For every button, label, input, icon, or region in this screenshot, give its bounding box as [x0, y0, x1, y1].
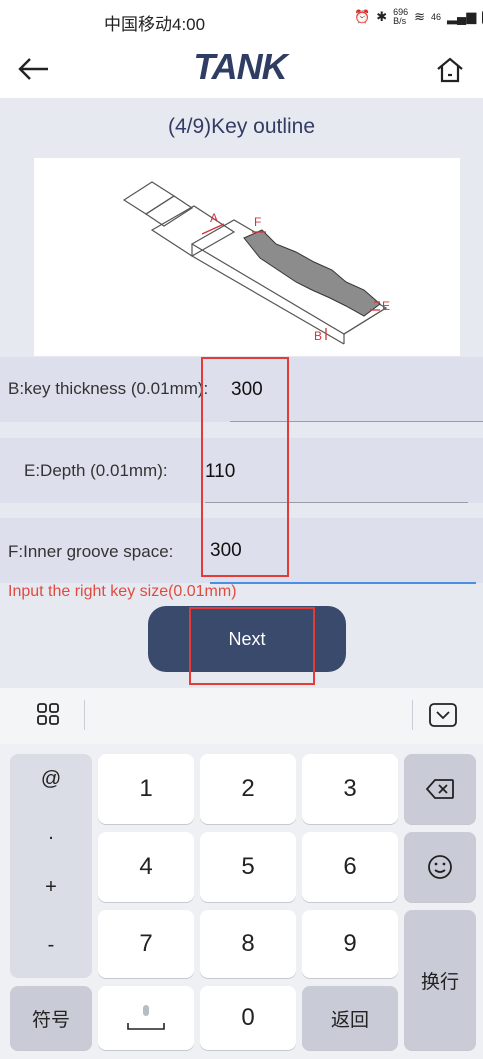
wifi-icon: ≋	[414, 9, 426, 24]
key-8[interactable]: 8	[200, 910, 296, 978]
key-3[interactable]: 3	[302, 754, 398, 824]
key-9[interactable]: 9	[302, 910, 398, 978]
carrier-time: 中国移动4:00	[104, 15, 206, 34]
keyboard-menu-button[interactable]	[36, 702, 60, 726]
app-header: TANK	[0, 40, 483, 98]
next-highlight-box	[189, 607, 315, 685]
keyboard-collapse-button[interactable]	[428, 702, 458, 728]
key-plus[interactable]: +	[10, 876, 92, 899]
smiley-icon	[428, 855, 452, 879]
label-f: F	[254, 215, 261, 229]
microphone-space-icon	[127, 1005, 165, 1030]
back-button[interactable]	[14, 52, 54, 86]
backspace-key[interactable]	[404, 754, 476, 824]
groove-underline	[210, 582, 476, 584]
symbols-key[interactable]: 符号	[10, 986, 92, 1050]
key-minus[interactable]: -	[10, 934, 92, 957]
toolbar-separator	[84, 700, 85, 730]
key-4[interactable]: 4	[98, 832, 194, 902]
page-title: (4/9)Key outline	[167, 115, 316, 138]
alarm-icon: ⏰	[354, 9, 371, 24]
key-2[interactable]: 2	[200, 754, 296, 824]
home-button[interactable]	[434, 54, 466, 86]
logo: TANK	[193, 46, 287, 87]
status-bar: 中国移动4:00 ⏰ ✱ 696 B/s ≋ 46 ▂▄▆ 43	[0, 0, 483, 40]
chevron-down-icon	[429, 703, 457, 727]
keyboard-toolbar	[0, 688, 483, 744]
space-key[interactable]	[98, 986, 194, 1050]
key-dot[interactable]: .	[10, 822, 92, 845]
toolbar-separator	[412, 700, 413, 730]
emoji-key[interactable]	[404, 832, 476, 902]
backspace-icon	[425, 779, 454, 799]
values-highlight-box	[201, 357, 289, 577]
error-message: Input the right key size(0.01mm)	[8, 583, 237, 600]
enter-key[interactable]: 换行	[404, 910, 476, 1050]
key-at[interactable]: @	[10, 768, 92, 791]
network-type: 46	[431, 12, 442, 22]
label-a: A	[210, 211, 218, 225]
signal-icon: ▂▄▆	[447, 9, 477, 24]
label-e: E	[382, 299, 390, 313]
arrow-left-icon	[18, 58, 48, 80]
grid-icon	[37, 703, 59, 725]
thickness-label: B:key thickness (0.01mm):	[8, 379, 209, 398]
speed-text: 696 B/s	[393, 7, 409, 26]
symbol-column: @ . + -	[10, 754, 92, 978]
status-icons: ⏰ ✱ 696 B/s ≋ 46 ▂▄▆ 43	[354, 8, 483, 26]
label-b: B	[314, 329, 322, 343]
depth-label: E:Depth (0.01mm):	[24, 461, 168, 480]
key-7[interactable]: 7	[98, 910, 194, 978]
return-key[interactable]: 返回	[302, 986, 398, 1050]
main-content: (4/9)Key outline A F E B B:key thickness…	[0, 98, 483, 688]
key-1[interactable]: 1	[98, 754, 194, 824]
soft-keyboard: @ . + - 1 2 3 4 5 6 7 8 9 换行 符号 0 返回	[0, 688, 483, 1059]
bluetooth-icon: ✱	[376, 9, 388, 24]
key-outline-illustration: A F E B	[122, 181, 390, 345]
groove-label: F:Inner groove space:	[8, 542, 174, 561]
key-diagram: A F E B	[34, 158, 460, 356]
key-5[interactable]: 5	[200, 832, 296, 902]
key-6[interactable]: 6	[302, 832, 398, 902]
key-0[interactable]: 0	[200, 986, 296, 1050]
home-icon	[437, 57, 463, 83]
